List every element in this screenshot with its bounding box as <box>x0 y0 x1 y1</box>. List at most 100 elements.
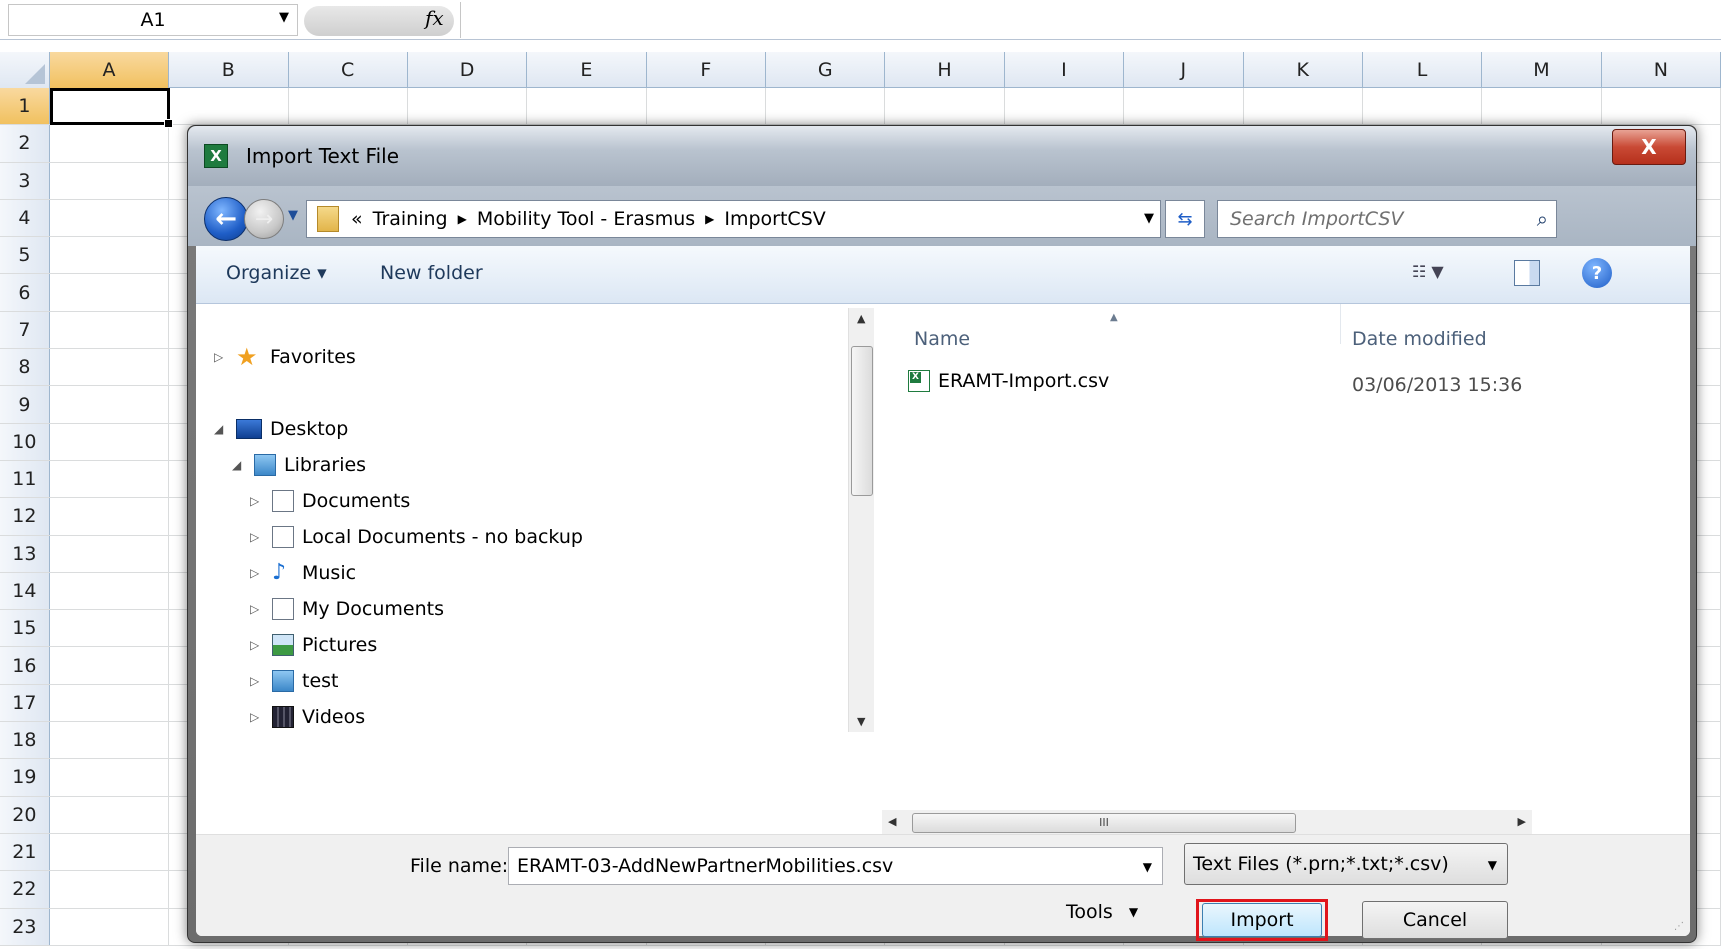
breadcrumb-separator-icon[interactable]: ▶ <box>705 212 714 226</box>
dialog-titlebar[interactable]: X Import Text File X <box>188 126 1696 186</box>
row-header[interactable]: 2 <box>0 125 50 162</box>
column-header[interactable]: J <box>1124 52 1244 88</box>
file-name-input[interactable]: ERAMT-03-AddNewPartnerMobilities.csv ▼ <box>508 847 1163 885</box>
tree-item-favorites[interactable]: ▷ ★ Favorites <box>214 345 356 369</box>
sheet-cell[interactable] <box>50 908 170 945</box>
breadcrumb-item[interactable]: Training <box>373 208 448 230</box>
row-header[interactable]: 7 <box>0 311 50 349</box>
column-header[interactable]: I <box>1005 52 1125 88</box>
scroll-left-icon[interactable]: ◀ <box>888 815 896 828</box>
nav-vertical-scrollbar[interactable]: ▲ ▼ <box>848 308 874 732</box>
chevron-down-icon[interactable]: ▼ <box>1144 211 1154 226</box>
column-header[interactable]: F <box>647 52 766 88</box>
forward-button[interactable]: → <box>244 199 284 239</box>
breadcrumb-separator-icon[interactable]: ▶ <box>458 212 467 226</box>
sheet-cell[interactable] <box>50 162 170 199</box>
chevron-down-icon[interactable]: ▼ <box>1143 860 1152 874</box>
column-header[interactable]: C <box>289 52 408 88</box>
scroll-up-icon[interactable]: ▲ <box>857 312 865 325</box>
sheet-cell[interactable] <box>50 535 170 572</box>
tree-item-music[interactable]: ▷ ♪ Music <box>250 562 356 585</box>
chevron-down-icon[interactable]: ▼ <box>1488 858 1497 872</box>
row-header[interactable]: 11 <box>0 460 50 498</box>
sheet-cell[interactable] <box>50 125 170 162</box>
change-view-icon[interactable]: ☷ ▼ <box>1412 262 1444 281</box>
sheet-cell[interactable] <box>1363 88 1483 125</box>
scroll-thumb[interactable]: III <box>912 813 1296 833</box>
row-header[interactable]: 23 <box>0 908 50 945</box>
row-header[interactable]: 18 <box>0 722 50 759</box>
sheet-cell[interactable] <box>289 88 408 125</box>
column-header[interactable]: B <box>169 52 289 88</box>
row-header[interactable]: 5 <box>0 237 50 274</box>
expand-icon[interactable]: ▷ <box>250 674 264 688</box>
back-button[interactable]: ← <box>204 197 248 241</box>
scroll-thumb[interactable] <box>851 346 873 496</box>
row-header[interactable]: 9 <box>0 386 50 423</box>
column-header[interactable]: D <box>408 52 528 88</box>
row-header[interactable]: 10 <box>0 423 50 460</box>
row-header[interactable]: 6 <box>0 274 50 311</box>
formula-input[interactable] <box>460 2 1721 38</box>
chevron-down-icon[interactable]: ▼ <box>279 10 289 25</box>
tree-item-test[interactable]: ▷ test <box>250 670 339 692</box>
new-folder-button[interactable]: New folder <box>380 262 483 284</box>
sheet-cell[interactable] <box>50 460 170 498</box>
row-header[interactable]: 8 <box>0 349 50 386</box>
column-header[interactable]: A <box>49 52 170 88</box>
row-header[interactable]: 15 <box>0 610 50 647</box>
sheet-cell[interactable] <box>50 199 170 237</box>
sheet-cell[interactable] <box>766 88 886 125</box>
breadcrumb-overflow[interactable]: « <box>351 208 363 230</box>
tree-item-documents[interactable]: ▷ Documents <box>250 490 410 512</box>
sheet-cell[interactable] <box>1005 88 1125 125</box>
sheet-cell[interactable] <box>50 759 170 796</box>
close-button[interactable]: X <box>1612 129 1686 165</box>
tree-item-desktop[interactable]: ◢ Desktop <box>214 418 348 440</box>
sheet-cell[interactable] <box>50 610 170 647</box>
expand-icon[interactable]: ▷ <box>250 602 264 616</box>
search-input[interactable]: Search ImportCSV ⌕ <box>1217 200 1557 238</box>
expand-icon[interactable]: ▷ <box>250 494 264 508</box>
sheet-cell[interactable] <box>1124 88 1244 125</box>
history-dropdown-icon[interactable]: ▼ <box>288 208 298 223</box>
file-type-select[interactable]: Text Files (*.prn;*.txt;*.csv) ▼ <box>1184 843 1508 885</box>
insert-function-icon[interactable]: fx <box>425 6 444 30</box>
preview-pane-icon[interactable] <box>1514 260 1540 286</box>
column-header[interactable]: L <box>1363 52 1483 88</box>
sheet-cell[interactable] <box>50 647 170 684</box>
column-header[interactable]: K <box>1244 52 1363 88</box>
column-header-date[interactable]: Date modified <box>1352 328 1487 350</box>
sheet-cell[interactable] <box>50 498 170 535</box>
row-header[interactable]: 20 <box>0 796 50 833</box>
collapse-icon[interactable]: ◢ <box>214 422 228 436</box>
row-header[interactable]: 19 <box>0 759 50 796</box>
collapse-icon[interactable]: ◢ <box>232 458 246 472</box>
row-header[interactable]: 13 <box>0 535 50 572</box>
column-divider[interactable] <box>1340 304 1341 344</box>
column-header-name[interactable]: Name <box>914 328 970 350</box>
sheet-cell[interactable] <box>1602 88 1721 125</box>
sheet-cell[interactable] <box>50 833 170 871</box>
files-horizontal-scrollbar[interactable]: ◀ III ▶ <box>882 810 1532 836</box>
sheet-cell[interactable] <box>408 88 528 125</box>
expand-icon[interactable]: ▷ <box>214 350 228 364</box>
tree-item-videos[interactable]: ▷ Videos <box>250 706 365 728</box>
sheet-cell[interactable] <box>50 311 170 349</box>
sheet-cell[interactable] <box>527 88 647 125</box>
row-header[interactable]: 3 <box>0 162 50 199</box>
scroll-right-icon[interactable]: ▶ <box>1518 815 1526 828</box>
file-row[interactable]: ERAMT-Import.csv <box>908 370 1109 392</box>
sheet-cell[interactable] <box>50 237 170 274</box>
sheet-cell[interactable] <box>1244 88 1363 125</box>
refresh-icon[interactable]: ⇆ <box>1165 200 1205 238</box>
address-bar[interactable]: « Training ▶ Mobility Tool - Erasmus ▶ I… <box>306 200 1161 238</box>
column-header[interactable]: M <box>1482 52 1602 88</box>
row-header[interactable]: 4 <box>0 199 50 237</box>
sheet-cell[interactable] <box>1482 88 1602 125</box>
column-header[interactable]: N <box>1602 52 1721 88</box>
file-list[interactable]: ▲ Name Date modified ERAMT-Import.csv 03… <box>878 304 1690 734</box>
row-header[interactable]: 1 <box>0 88 50 125</box>
row-header[interactable]: 16 <box>0 647 50 684</box>
resize-grip-icon[interactable]: ⋰ <box>1674 921 1684 932</box>
